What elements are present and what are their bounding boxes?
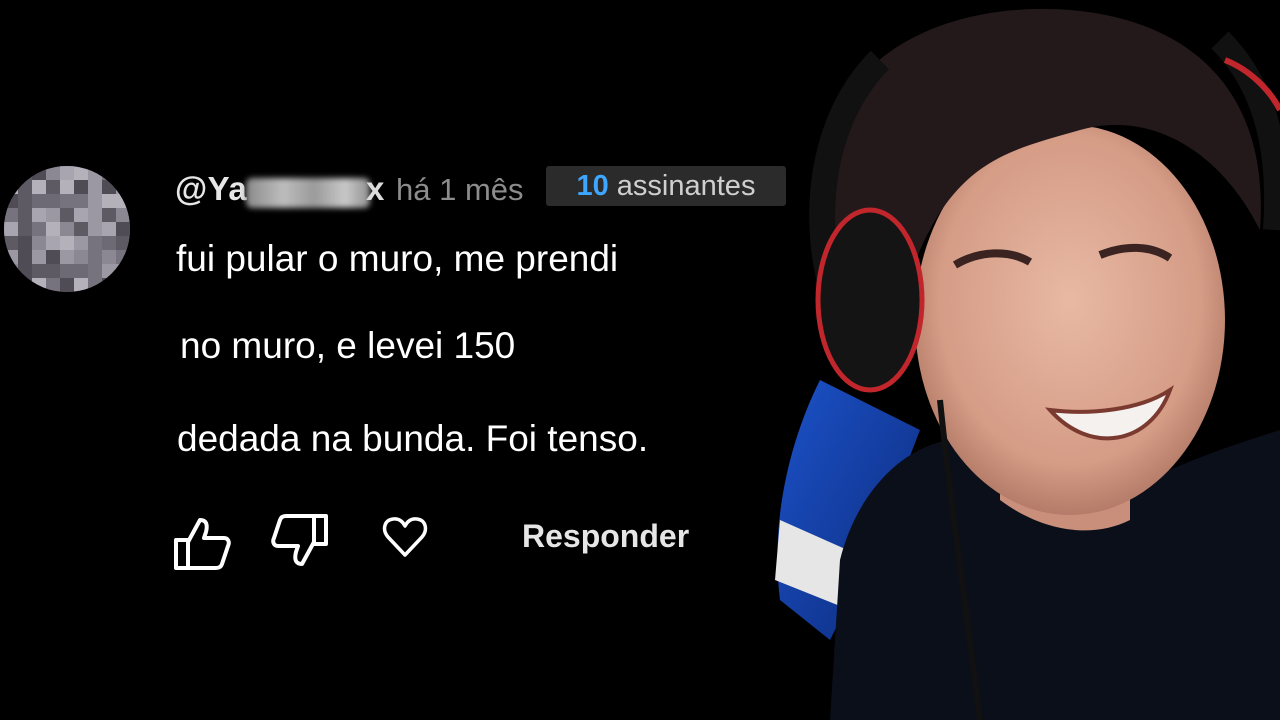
avatar-pixel (102, 250, 116, 264)
avatar-pixel (46, 208, 60, 222)
username[interactable]: @Ya (175, 170, 247, 208)
avatar-pixel (102, 166, 116, 180)
avatar-pixel (88, 236, 102, 250)
avatar-pixel (32, 236, 46, 250)
avatar-pixel (60, 208, 74, 222)
avatar-pixel (4, 180, 18, 194)
avatar-pixel (18, 264, 32, 278)
avatar-pixel (88, 180, 102, 194)
avatar-pixel (74, 236, 88, 250)
avatar-pixel (60, 222, 74, 236)
avatar-pixel (116, 208, 130, 222)
avatar-pixel (32, 222, 46, 236)
username-redaction (246, 178, 370, 208)
avatar-pixel (32, 166, 46, 180)
avatar-pixel (74, 264, 88, 278)
avatar-pixel (74, 194, 88, 208)
comment-text-line: no muro, e levei 150 (180, 325, 516, 366)
username-tail: x (366, 170, 385, 207)
avatar-pixel (88, 222, 102, 236)
avatar-pixel (18, 250, 32, 264)
avatar-pixel (4, 278, 18, 292)
streamer-webcam-photo (775, 8, 1280, 720)
avatar-pixel (88, 166, 102, 180)
comment-timestamp[interactable]: há 1 mês (396, 172, 524, 208)
avatar-pixel (4, 194, 18, 208)
avatar-pixel (74, 250, 88, 264)
thumbs-down-icon[interactable] (270, 512, 330, 570)
avatar-pixel (102, 278, 116, 292)
avatar-pixel (88, 250, 102, 264)
thumbs-up-icon[interactable] (172, 514, 232, 572)
avatar-pixel (60, 236, 74, 250)
avatar-pixel (102, 180, 116, 194)
comment-text-line: dedada na bunda. Foi tenso. (177, 418, 649, 459)
avatar-pixel (46, 180, 60, 194)
avatar-pixel (102, 222, 116, 236)
subscriber-count: 10 (576, 170, 609, 202)
subscriber-label: assinantes (616, 170, 756, 202)
avatar-pixel (116, 166, 130, 180)
avatar-pixel (88, 264, 102, 278)
avatar-pixel (116, 250, 130, 264)
avatar-pixel (18, 194, 32, 208)
avatar-pixel (18, 166, 32, 180)
avatar-pixel (46, 264, 60, 278)
avatar-pixel (88, 194, 102, 208)
avatar-pixel (116, 264, 130, 278)
reply-button[interactable]: Responder (522, 518, 689, 555)
avatar-pixel (102, 264, 116, 278)
avatar-pixel (74, 166, 88, 180)
avatar-pixel (46, 194, 60, 208)
comment-text-line: fui pular o muro, me prendi (176, 238, 619, 279)
avatar-pixel (32, 264, 46, 278)
avatar-pixel (4, 264, 18, 278)
avatar-pixel (116, 194, 130, 208)
heart-icon[interactable] (382, 515, 428, 559)
avatar-pixel (116, 180, 130, 194)
avatar-pixel (18, 278, 32, 292)
avatar-pixel (32, 250, 46, 264)
avatar-pixel (74, 180, 88, 194)
avatar-pixel (46, 250, 60, 264)
avatar-pixel (4, 166, 18, 180)
avatar-pixel (102, 208, 116, 222)
headphone-cup-left (815, 207, 925, 393)
avatar-pixel (60, 194, 74, 208)
avatar-pixel (60, 264, 74, 278)
avatar-pixel (32, 278, 46, 292)
avatar-pixel (102, 194, 116, 208)
avatar-pixel (4, 222, 18, 236)
avatar-pixel (32, 208, 46, 222)
avatar-pixel (46, 166, 60, 180)
avatar-pixel (74, 208, 88, 222)
avatar-pixel (32, 180, 46, 194)
avatar-pixel (74, 222, 88, 236)
avatar-pixel (74, 278, 88, 292)
avatar-pixel (46, 236, 60, 250)
avatar-pixel (18, 180, 32, 194)
avatar-pixel (102, 236, 116, 250)
avatar-pixel (116, 278, 130, 292)
avatar-pixel (60, 166, 74, 180)
avatar-pixel (116, 236, 130, 250)
avatar-pixel (18, 236, 32, 250)
avatar-pixel (88, 208, 102, 222)
avatar-pixel (60, 250, 74, 264)
avatar-pixel (18, 208, 32, 222)
avatar-pixel (4, 236, 18, 250)
avatar-pixel (46, 278, 60, 292)
avatar[interactable] (4, 166, 130, 292)
avatar-pixel (46, 222, 60, 236)
avatar-pixel (32, 194, 46, 208)
avatar-pixel (4, 208, 18, 222)
avatar-pixel (116, 222, 130, 236)
avatar-pixel (18, 222, 32, 236)
avatar-pixel (60, 180, 74, 194)
avatar-pixel (60, 278, 74, 292)
avatar-pixel (4, 250, 18, 264)
avatar-pixel (88, 278, 102, 292)
